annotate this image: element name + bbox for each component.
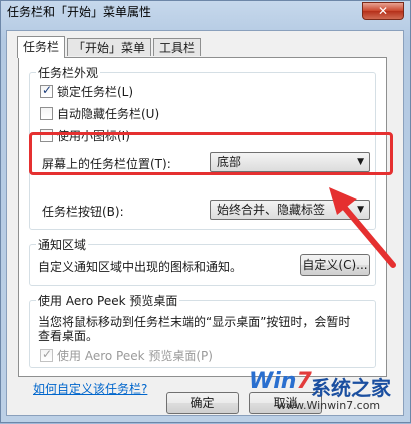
close-icon: ✕ (377, 4, 389, 18)
taskbar-buttons-select[interactable]: 始终合并、隐藏标签 ▼ (210, 200, 370, 220)
title-bar[interactable]: 任务栏和「开始」菜单属性 ✕ (1, 1, 410, 23)
customize-button[interactable]: 自定义(C)... (300, 254, 370, 276)
tab-start-menu[interactable]: 「开始」菜单 (67, 38, 152, 56)
aero-peek-row: 使用 Aero Peek 预览桌面(P) (40, 347, 213, 363)
properties-dialog: 任务栏和「开始」菜单属性 ✕ 任务栏 「开始」菜单 工具栏 任务栏外观 锁定任务… (0, 0, 411, 423)
annotation-highlight-box (29, 132, 393, 175)
window-title: 任务栏和「开始」菜单属性 (7, 5, 152, 19)
lock-taskbar-row[interactable]: 锁定任务栏(L) (40, 83, 133, 99)
lock-taskbar-label: 锁定任务栏(L) (57, 84, 134, 99)
watermark-site-name: 系统之家 (311, 376, 391, 400)
notification-area-group: 通知区域 自定义通知区域中出现的图标和通知。 自定义(C)... (29, 236, 376, 286)
notification-description: 自定义通知区域中出现的图标和通知。 (38, 260, 243, 274)
tab-panel: 任务栏外观 锁定任务栏(L) 自动隐藏任务栏(U) 使用小图标(I) 屏幕上的任… (18, 57, 387, 396)
tab-toolbars[interactable]: 工具栏 (153, 38, 202, 56)
autohide-checkbox[interactable] (40, 106, 53, 120)
lock-taskbar-checkbox[interactable] (40, 83, 53, 98)
help-link[interactable]: 如何自定义该任务栏? (33, 380, 147, 397)
group-title: 使用 Aero Peek 预览桌面 (36, 292, 180, 309)
tab-taskbar[interactable]: 任务栏 (17, 36, 66, 58)
watermark-logo: Win7 (249, 369, 312, 394)
watermark-url: www.Winwin7.com (277, 399, 381, 412)
autohide-row[interactable]: 自动隐藏任务栏(U) (40, 105, 159, 121)
taskbar-buttons-value: 始终合并、隐藏标签 (217, 203, 326, 217)
group-title: 通知区域 (36, 236, 89, 253)
site-watermark: Win7 系统之家 www.Winwin7.com (249, 369, 409, 421)
aero-peek-label: 使用 Aero Peek 预览桌面(P) (57, 348, 213, 363)
ok-button[interactable]: 确定 (166, 392, 239, 414)
close-button[interactable]: ✕ (362, 2, 404, 20)
aero-peek-group: 使用 Aero Peek 预览桌面 当您将鼠标移动到任务栏末端的“显示桌面”按钮… (29, 292, 376, 368)
taskbar-buttons-label: 任务栏按钮(B): (42, 205, 124, 219)
autohide-label: 自动隐藏任务栏(U) (57, 106, 160, 121)
aero-peek-description-line2: 查看桌面。 (38, 329, 99, 343)
aero-peek-checkbox (40, 347, 53, 362)
dialog-client-area: 任务栏 「开始」菜单 工具栏 任务栏外观 锁定任务栏(L) 自动隐藏任务栏(U)… (6, 30, 404, 416)
dropdown-arrow-icon: ▼ (357, 205, 364, 215)
group-title: 任务栏外观 (36, 64, 101, 81)
